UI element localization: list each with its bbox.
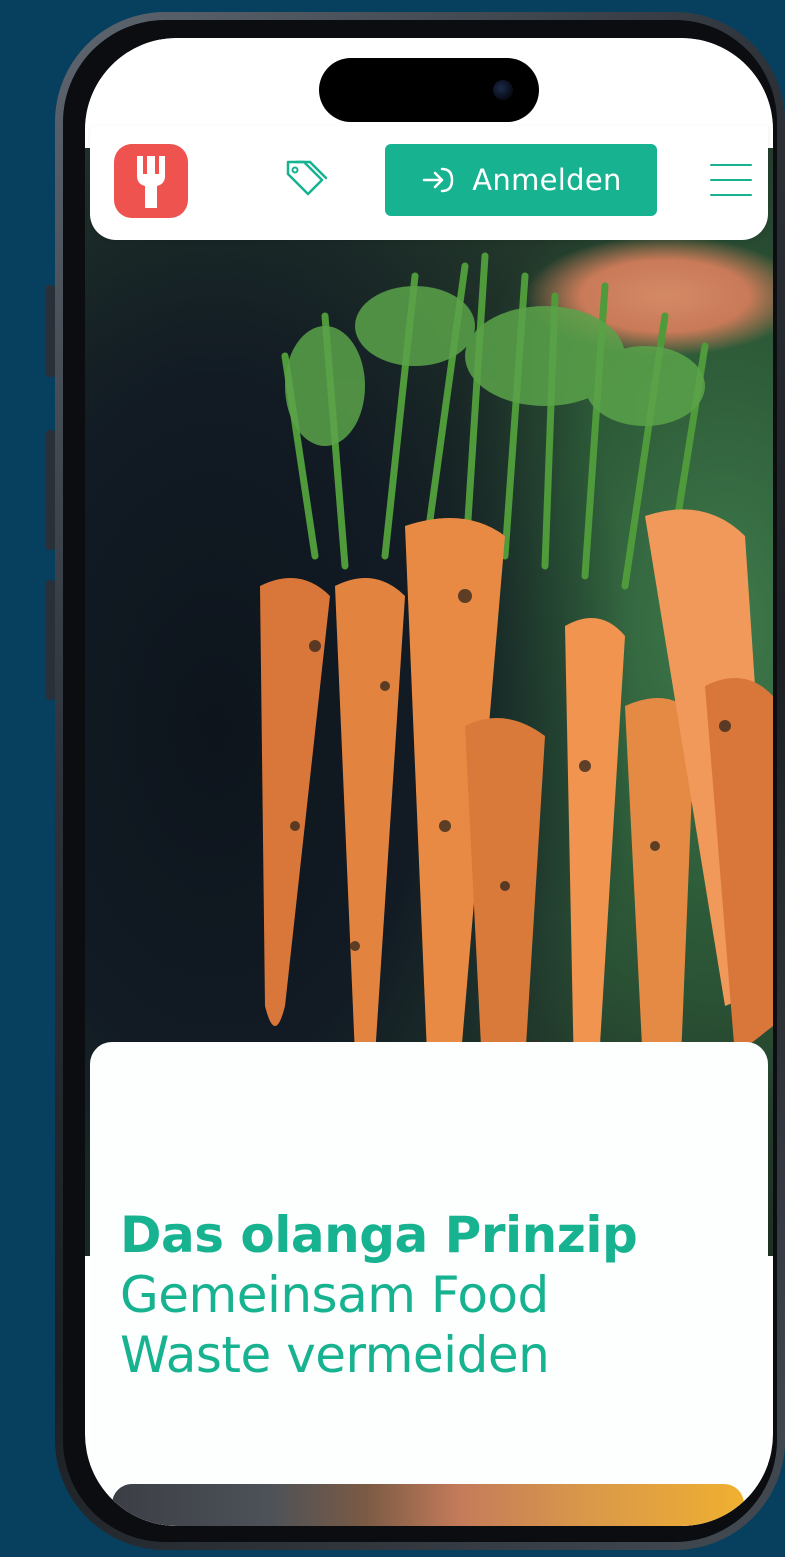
hero-title-bold: Das olanga Prinzip: [120, 1206, 638, 1264]
login-button[interactable]: Anmelden: [385, 144, 657, 216]
login-arrow-icon: [423, 167, 454, 193]
tag-icon[interactable]: [282, 158, 330, 204]
next-section-preview: [112, 1484, 744, 1526]
phone-volume-up: [46, 430, 55, 550]
camera-icon: [493, 80, 513, 100]
hero-title-line2: Gemeinsam Food: [120, 1266, 549, 1324]
hero-headline: Das olanga Prinzip Gemeinsam Food Waste …: [120, 1205, 638, 1385]
hero-text-card: Das olanga Prinzip Gemeinsam Food Waste …: [90, 1042, 768, 1526]
dynamic-island: [319, 58, 539, 122]
top-navigation-bar: Anmelden: [90, 126, 768, 240]
phone-volume-down: [46, 580, 55, 700]
phone-side-button: [46, 285, 55, 377]
fork-logo-icon[interactable]: [114, 144, 188, 218]
hero-title-line3: Waste vermeiden: [120, 1326, 550, 1384]
login-button-label: Anmelden: [472, 163, 622, 197]
phone-screen: Anmelden Das olanga Prinzip Gemeinsam Fo…: [85, 38, 773, 1526]
hamburger-menu-icon[interactable]: [710, 164, 752, 209]
